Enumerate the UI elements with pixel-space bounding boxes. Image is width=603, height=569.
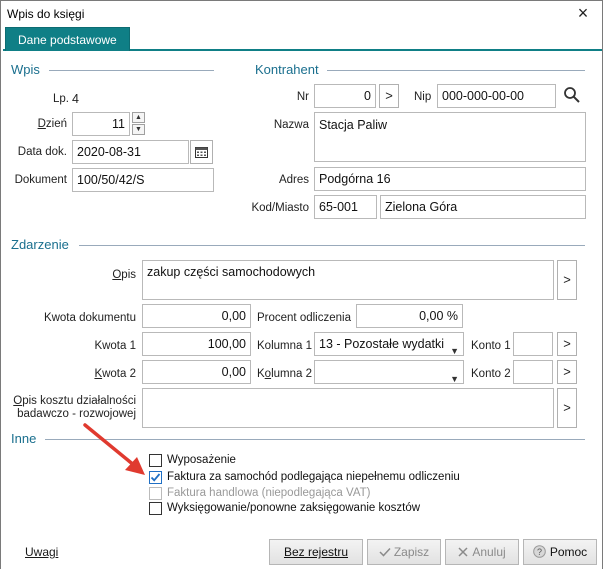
opis-input[interactable]: zakup części samochodowych — [142, 260, 554, 300]
adres-input[interactable]: Podgórna 16 — [314, 167, 586, 191]
dokument-input[interactable]: 100/50/42/S — [72, 168, 214, 192]
nr-input[interactable]: 0 — [314, 84, 376, 108]
help-icon: ? — [533, 545, 546, 558]
kwota1-input[interactable]: 100,00 — [142, 332, 251, 356]
close-button[interactable]: × — [570, 2, 596, 26]
svg-text:?: ? — [537, 547, 542, 557]
title-bar: Wpis do księgi × — [1, 1, 602, 27]
window-title: Wpis do księgi — [7, 7, 85, 21]
x-icon — [458, 547, 468, 557]
dzien-spin-up[interactable]: ▲ — [132, 112, 145, 123]
search-button[interactable] — [563, 86, 583, 106]
check-icon — [379, 547, 391, 557]
kwota-dokumentu-input[interactable]: 0,00 — [142, 304, 251, 328]
wyposazenie-checkbox[interactable] — [149, 454, 162, 467]
nazwa-label: Nazwa — [273, 119, 309, 131]
wyksiegowanie-checkbox[interactable] — [149, 502, 162, 515]
section-divider — [49, 70, 214, 71]
pomoc-button[interactable]: ? Pomoc — [523, 539, 597, 565]
section-divider — [327, 70, 585, 71]
section-title-inne: Inne — [11, 431, 37, 446]
uwagi-link[interactable]: Uwagi — [25, 545, 58, 559]
section-title-zdarzenie: Zdarzenie — [11, 237, 69, 252]
lp-value: 4 — [72, 92, 79, 106]
chevron-down-icon: ▼ — [450, 346, 459, 356]
tab-dane-podstawowe[interactable]: Dane podstawowe — [5, 27, 130, 51]
zapisz-label: Zapisz — [393, 545, 430, 559]
tab-strip: Dane podstawowe — [3, 27, 602, 51]
kwota1-label: Kwota 1 — [94, 340, 136, 352]
opis-kosztu-more-button[interactable]: > — [557, 388, 577, 428]
kolumna1-value: 13 - Pozostałe wydatki — [319, 337, 445, 351]
miasto-input[interactable]: Zielona Góra — [380, 195, 586, 219]
data-dok-input[interactable]: 2020-08-31 — [72, 140, 189, 164]
opis-more-button[interactable]: > — [557, 260, 577, 300]
anuluj-label: Anuluj — [472, 545, 506, 559]
kolumna2-select[interactable]: ▼ — [314, 360, 464, 384]
kolumna2-label: Kolumna 2 — [257, 368, 312, 380]
opis-kosztu-input[interactable] — [142, 388, 554, 428]
dzien-label: Dzień — [37, 118, 67, 130]
footer-bar: Uwagi Bez rejestru Zapisz Anuluj ? Pomoc — [1, 531, 602, 569]
konto2-input[interactable] — [513, 360, 553, 384]
nip-label: Nip — [414, 91, 432, 103]
lp-label: Lp. — [53, 93, 69, 105]
data-dok-label: Data dok. — [17, 146, 67, 158]
section-title-kontrahent: Kontrahent — [255, 62, 319, 77]
section-divider — [79, 245, 585, 246]
bez-rejestru-button[interactable]: Bez rejestru — [269, 539, 363, 565]
nr-label: Nr — [296, 91, 309, 103]
nip-input[interactable]: 000-000-00-00 — [437, 84, 556, 108]
konto2-label: Konto 2 — [471, 368, 511, 380]
calendar-button[interactable] — [190, 140, 213, 164]
kwota2-label: Kwota 2 — [94, 368, 136, 380]
wyposazenie-label: Wyposażenie — [167, 454, 236, 466]
check-icon — [150, 473, 161, 482]
faktura-handlowa-checkbox[interactable] — [149, 487, 162, 500]
dokument-label: Dokument — [14, 174, 67, 186]
dialog-window: Wpis do księgi × Dane podstawowe Wpis Lp… — [0, 0, 603, 569]
red-arrow — [83, 423, 145, 475]
opis-kosztu-label: Opis kosztu działalności badawczo - rozw… — [9, 395, 136, 421]
procent-odliczenia-label: Procent odliczenia — [257, 312, 351, 324]
zapisz-button[interactable]: Zapisz — [367, 539, 441, 565]
wyksiegowanie-label: Wyksięgowanie/ponowne zaksięgowanie kosz… — [167, 502, 421, 514]
kod-input[interactable]: 65-001 — [314, 195, 377, 219]
procent-odliczenia-input[interactable]: 0,00 % — [356, 304, 463, 328]
kwota-dokumentu-label: Kwota dokumentu — [43, 312, 136, 324]
konto1-more-button[interactable]: > — [557, 332, 577, 356]
kolumna1-label: Kolumna 1 — [257, 340, 312, 352]
kolumna1-select[interactable]: 13 - Pozostałe wydatki ▼ — [314, 332, 464, 356]
section-title-wpis: Wpis — [11, 62, 40, 77]
opis-kosztu-label-line1: Opis kosztu działalności — [13, 395, 136, 407]
kod-miasto-label: Kod/Miasto — [251, 202, 309, 214]
konto1-label: Konto 1 — [471, 340, 511, 352]
faktura-handlowa-label: Faktura handlowa (niepodlegająca VAT) — [167, 487, 371, 499]
kwota2-input[interactable]: 0,00 — [142, 360, 251, 384]
nr-select-button[interactable]: > — [379, 84, 399, 108]
faktura-samochod-checkbox[interactable] — [149, 471, 162, 484]
adres-label: Adres — [278, 174, 309, 186]
faktura-samochod-label: Faktura za samochód podlegająca niepełne… — [167, 471, 460, 483]
dzien-input[interactable]: 11 — [72, 112, 130, 136]
konto2-more-button[interactable]: > — [557, 360, 577, 384]
calendar-icon — [195, 147, 208, 158]
anuluj-button[interactable]: Anuluj — [445, 539, 519, 565]
bez-rejestru-label: Bez rejestru — [283, 545, 349, 559]
nazwa-input[interactable]: Stacja Paliw — [314, 112, 586, 162]
search-icon — [564, 87, 580, 103]
konto1-input[interactable] — [513, 332, 553, 356]
dzien-spin-down[interactable]: ▼ — [132, 124, 145, 135]
chevron-down-icon: ▼ — [450, 374, 459, 384]
pomoc-label: Pomoc — [549, 545, 588, 559]
opis-label: Opis — [112, 269, 136, 281]
